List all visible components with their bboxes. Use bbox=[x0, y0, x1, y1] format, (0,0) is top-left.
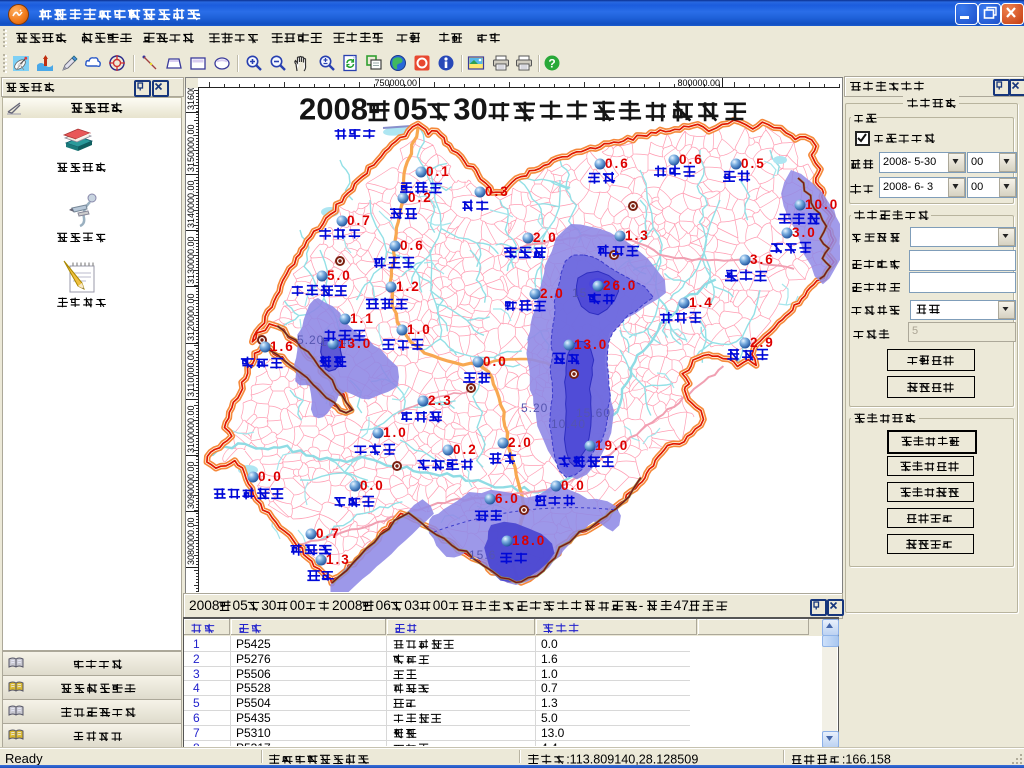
svg-text:1.0: 1.0 bbox=[383, 425, 408, 440]
svg-text:47: 47 bbox=[674, 598, 689, 613]
svg-text:3.6: 3.6 bbox=[750, 252, 775, 267]
svg-text:1.3: 1.3 bbox=[625, 228, 650, 243]
svg-text:0.6: 0.6 bbox=[679, 152, 704, 167]
svg-text:3.0: 3.0 bbox=[792, 225, 817, 240]
svg-text:3100000.00: 3100000.00 bbox=[186, 405, 196, 453]
svg-text:30: 30 bbox=[453, 92, 487, 127]
svg-text:1.2: 1.2 bbox=[396, 279, 421, 294]
svg-text:0.5: 0.5 bbox=[741, 156, 766, 171]
svg-text:19.0: 19.0 bbox=[595, 438, 629, 453]
svg-text:?: ? bbox=[548, 57, 555, 71]
svg-text:750000.00: 750000.00 bbox=[374, 78, 417, 88]
svg-text:-: - bbox=[639, 598, 644, 613]
svg-text:1.4: 1.4 bbox=[689, 295, 714, 310]
svg-text:05: 05 bbox=[233, 598, 249, 613]
svg-text:2.0: 2.0 bbox=[540, 286, 565, 301]
svg-text:13.0: 13.0 bbox=[338, 336, 372, 351]
svg-text:1.1: 1.1 bbox=[350, 311, 375, 326]
svg-text:0.0: 0.0 bbox=[483, 354, 508, 369]
svg-text:3110000.00: 3110000.00 bbox=[186, 350, 196, 397]
svg-text:800000.00: 800000.00 bbox=[677, 78, 720, 88]
svg-text:0.6: 0.6 bbox=[400, 238, 425, 253]
svg-text:30: 30 bbox=[261, 598, 277, 613]
svg-text:0.3: 0.3 bbox=[485, 184, 510, 199]
svg-text:1.0: 1.0 bbox=[407, 322, 432, 337]
svg-text:3120000.00: 3120000.00 bbox=[186, 293, 196, 341]
svg-text:3140000.00: 3140000.00 bbox=[186, 180, 196, 228]
svg-text:03: 03 bbox=[404, 598, 420, 613]
svg-text:0.0: 0.0 bbox=[258, 469, 283, 484]
svg-text:3080000.00: 3080000.00 bbox=[186, 517, 196, 565]
svg-text:15.: 15. bbox=[572, 286, 592, 300]
svg-text:18.0: 18.0 bbox=[512, 533, 546, 548]
svg-text:5.20: 5.20 bbox=[521, 401, 548, 415]
svg-text:0.1: 0.1 bbox=[426, 164, 451, 179]
svg-text:3090000.00: 3090000.00 bbox=[186, 461, 196, 509]
svg-text:0.0: 0.0 bbox=[561, 478, 586, 493]
svg-text:05: 05 bbox=[393, 92, 427, 127]
svg-text:0.7: 0.7 bbox=[316, 526, 341, 541]
svg-text:00: 00 bbox=[290, 598, 306, 613]
svg-text:00: 00 bbox=[433, 598, 449, 613]
svg-text:0.0: 0.0 bbox=[360, 478, 385, 493]
svg-text:1.6: 1.6 bbox=[270, 339, 295, 354]
svg-text:2.0: 2.0 bbox=[533, 230, 558, 245]
svg-text:13.0: 13.0 bbox=[574, 337, 608, 352]
svg-text:2008: 2008 bbox=[332, 598, 363, 613]
svg-text:0.6: 0.6 bbox=[605, 156, 630, 171]
svg-text:5.0: 5.0 bbox=[327, 268, 352, 283]
svg-text:6.0: 6.0 bbox=[495, 491, 520, 506]
svg-text:10.0: 10.0 bbox=[805, 197, 839, 212]
svg-text:2.3: 2.3 bbox=[428, 393, 453, 408]
svg-text:0.7: 0.7 bbox=[347, 213, 372, 228]
svg-text:3160000: 3160000 bbox=[186, 88, 196, 110]
svg-text:2.9: 2.9 bbox=[750, 335, 775, 350]
svg-text:0.2: 0.2 bbox=[453, 442, 478, 457]
svg-text:15.6: 15.6 bbox=[469, 548, 496, 562]
svg-text:3130000.00: 3130000.00 bbox=[186, 236, 196, 284]
svg-text:3150000.00: 3150000.00 bbox=[186, 124, 196, 172]
svg-text:2008: 2008 bbox=[189, 598, 220, 613]
svg-text:26.0: 26.0 bbox=[603, 278, 637, 293]
svg-text:10.40: 10.40 bbox=[551, 417, 586, 431]
svg-text:06: 06 bbox=[376, 598, 392, 613]
svg-text:2.0: 2.0 bbox=[508, 435, 533, 450]
svg-text:2008: 2008 bbox=[299, 92, 368, 127]
